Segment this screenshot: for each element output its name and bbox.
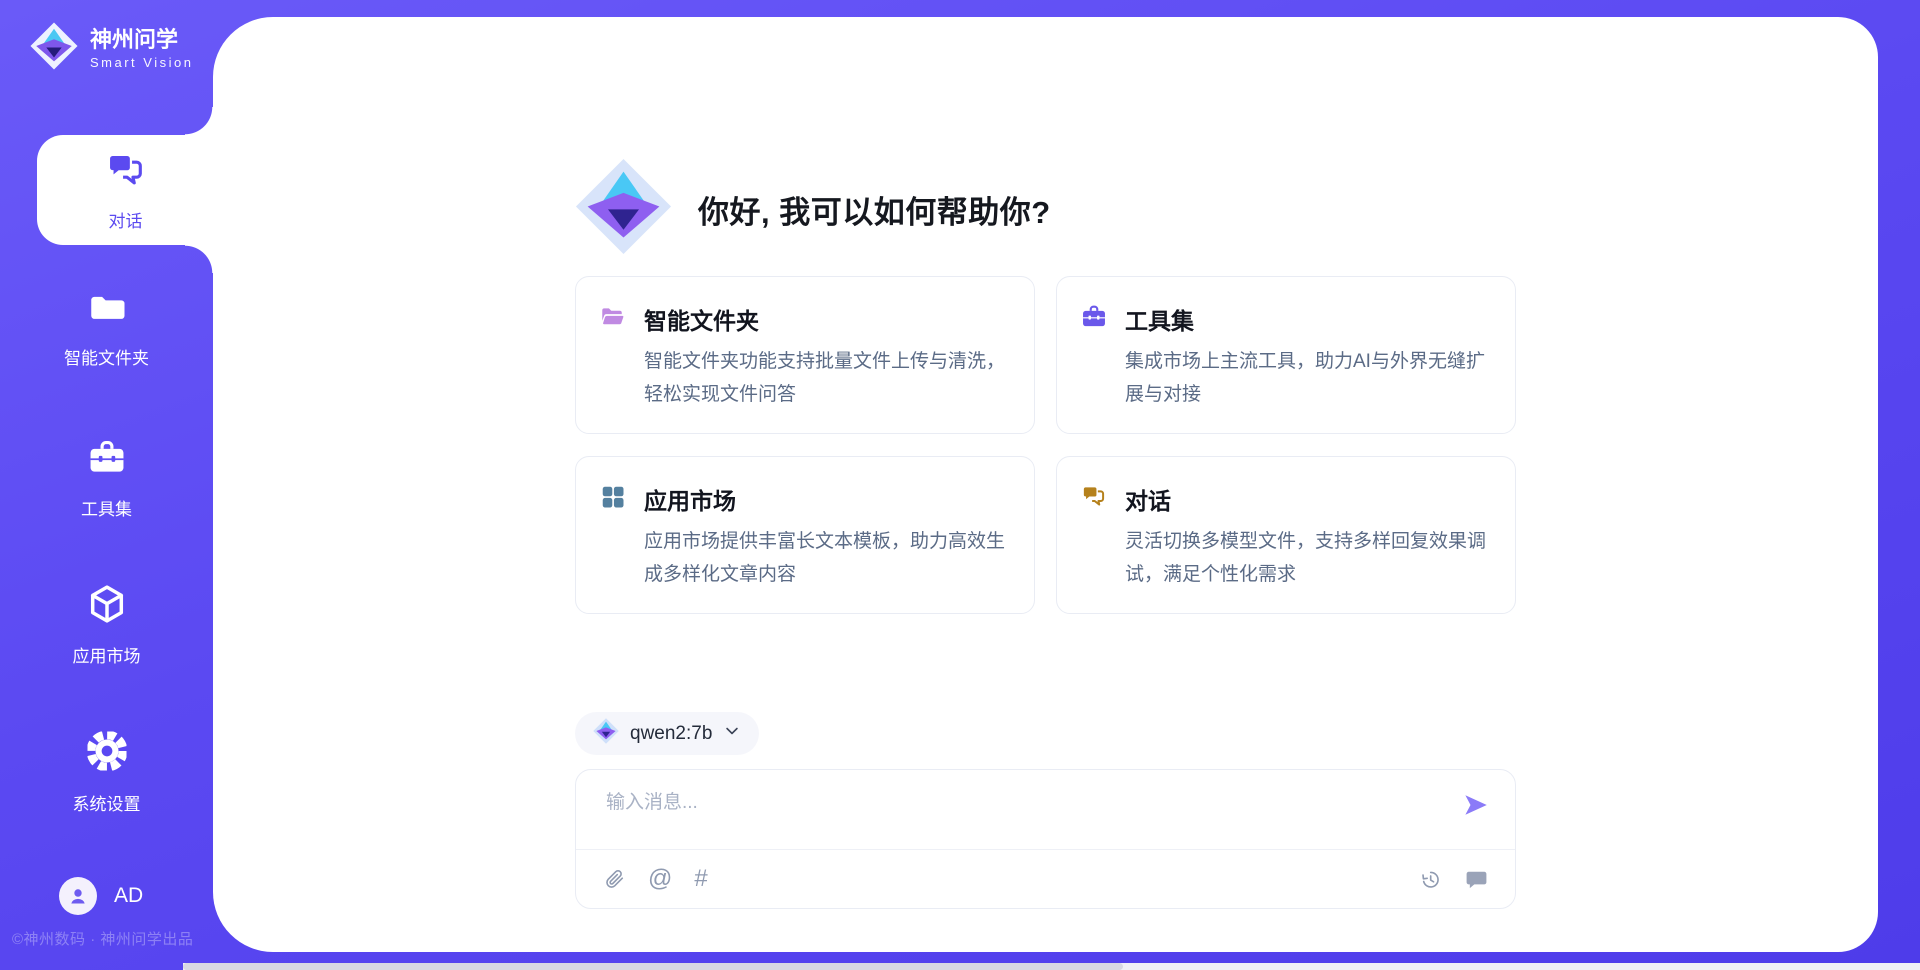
- sidebar-item-app-market[interactable]: 应用市场: [0, 582, 213, 667]
- message-composer: @ #: [575, 769, 1516, 909]
- card-smart-folder[interactable]: 智能文件夹 智能文件夹功能支持批量文件上传与清洗，轻松实现文件问答: [575, 276, 1035, 434]
- brand-name: 神州问学: [90, 27, 193, 53]
- history-button[interactable]: [1419, 868, 1442, 891]
- at-mention-button[interactable]: @: [648, 867, 672, 891]
- folder-open-icon: [599, 303, 627, 336]
- chevron-down-icon: [723, 722, 741, 746]
- toolbox-icon: [1080, 303, 1108, 336]
- grid-icon: [599, 483, 627, 516]
- card-title: 智能文件夹: [644, 302, 759, 336]
- card-description: 灵活切换多模型文件，支持多样回复效果调试，满足个性化需求: [1125, 525, 1489, 591]
- chat-bubbles-icon: [1080, 483, 1108, 516]
- sidebar-item-toolset[interactable]: 工具集: [0, 437, 213, 520]
- sidebar-item-settings[interactable]: 系统设置: [0, 728, 213, 815]
- send-icon: [1461, 790, 1491, 820]
- model-diamond-icon: [593, 718, 619, 750]
- comment-icon: [1464, 867, 1489, 892]
- new-chat-button[interactable]: [1464, 867, 1489, 892]
- card-toolset[interactable]: 工具集 集成市场上主流工具，助力AI与外界无缝扩展与对接: [1056, 276, 1516, 434]
- gear-icon: [84, 728, 130, 779]
- avatar: [59, 877, 97, 915]
- chat-bubbles-icon: [104, 149, 148, 198]
- brand-subtitle: Smart Vision: [90, 55, 193, 70]
- card-description: 应用市场提供丰富长文本模板，助力高效生成多样化文章内容: [644, 525, 1008, 591]
- main-content-layer: 你好, 我可以如何帮助你? 智能文件夹 智能文件夹功能支持批量文件上传与清洗，轻…: [213, 17, 1878, 952]
- user-initials: AD: [114, 884, 143, 908]
- scrollbar-thumb[interactable]: [183, 963, 1123, 970]
- feature-cards: 智能文件夹 智能文件夹功能支持批量文件上传与清洗，轻松实现文件问答: [575, 276, 1516, 614]
- attach-file-button[interactable]: [602, 867, 626, 891]
- sidebar-item-chat[interactable]: 对话: [37, 135, 214, 245]
- sidebar-item-label: 应用市场: [73, 642, 141, 667]
- folder-icon: [86, 286, 128, 333]
- user-account[interactable]: AD: [59, 877, 143, 915]
- hash-topic-button[interactable]: #: [694, 867, 707, 891]
- card-title: 应用市场: [644, 482, 736, 516]
- message-input[interactable]: [604, 791, 1424, 815]
- sidebar-item-label: 智能文件夹: [64, 344, 149, 369]
- greeting: 你好, 我可以如何帮助你?: [575, 158, 1051, 260]
- brand-diamond-icon: [30, 22, 78, 75]
- copyright-text: ©神州数码 · 神州问学出品: [12, 928, 193, 949]
- horizontal-scrollbar: [183, 963, 1920, 970]
- tab-concave-corner-bottom: [185, 245, 213, 273]
- history-icon: [1419, 868, 1442, 891]
- card-title: 工具集: [1125, 302, 1194, 336]
- card-description: 集成市场上主流工具，助力AI与外界无缝扩展与对接: [1125, 345, 1489, 411]
- sidebar-item-smart-folder[interactable]: 智能文件夹: [0, 286, 213, 369]
- sidebar-item-label: 工具集: [81, 495, 132, 520]
- cube-icon: [85, 582, 129, 631]
- user-icon: [66, 884, 90, 908]
- model-selector[interactable]: qwen2:7b: [575, 712, 759, 755]
- send-button[interactable]: [1461, 790, 1491, 820]
- sidebar-item-label: 对话: [109, 207, 143, 232]
- model-name: qwen2:7b: [630, 723, 712, 745]
- card-description: 智能文件夹功能支持批量文件上传与清洗，轻松实现文件问答: [644, 345, 1008, 411]
- brand-logo: 神州问学 Smart Vision: [30, 22, 193, 75]
- toolbox-icon: [86, 437, 128, 484]
- tab-concave-corner-top: [185, 107, 213, 135]
- sidebar-item-label: 系统设置: [73, 790, 141, 815]
- paperclip-icon: [602, 867, 626, 891]
- composer-toolbar: @ #: [576, 849, 1515, 908]
- greeting-text: 你好, 我可以如何帮助你?: [698, 187, 1051, 232]
- card-title: 对话: [1125, 482, 1171, 516]
- assistant-diamond-icon: [575, 158, 672, 260]
- card-chat[interactable]: 对话 灵活切换多模型文件，支持多样回复效果调试，满足个性化需求: [1056, 456, 1516, 614]
- card-app-market[interactable]: 应用市场 应用市场提供丰富长文本模板，助力高效生成多样化文章内容: [575, 456, 1035, 614]
